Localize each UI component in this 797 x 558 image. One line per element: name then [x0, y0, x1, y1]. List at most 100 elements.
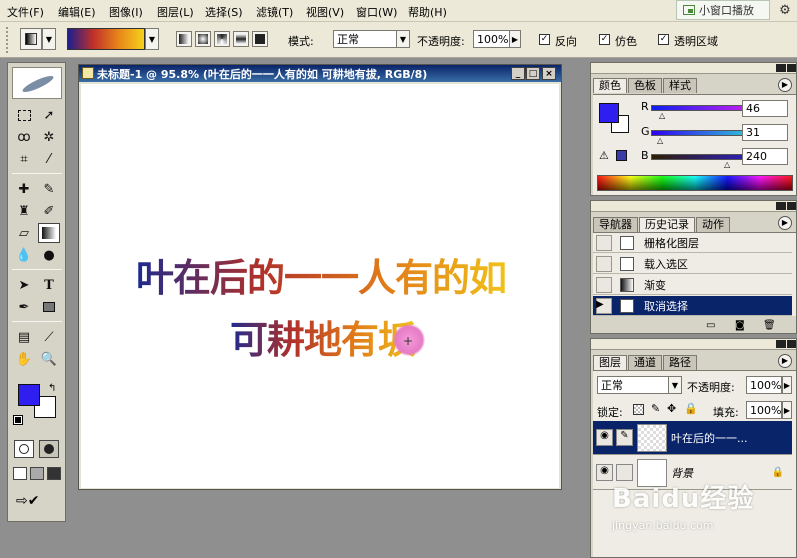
- gradient-picker[interactable]: [67, 28, 145, 50]
- history-snapshot-box[interactable]: ▶: [596, 297, 612, 314]
- dodge-tool-icon[interactable]: ●: [38, 245, 60, 265]
- blur-tool-icon[interactable]: 💧: [13, 245, 35, 265]
- lock-image-icon[interactable]: ✎: [651, 402, 660, 415]
- g-slider-thumb[interactable]: △: [657, 136, 663, 145]
- eraser-tool-icon[interactable]: ▱: [13, 223, 35, 243]
- canvas[interactable]: 叶在后的一一人有的如 可耕地有坂 +: [81, 84, 559, 488]
- magic-wand-tool-icon[interactable]: ✲: [38, 127, 60, 147]
- menu-edit[interactable]: 编辑(E): [58, 4, 96, 20]
- menu-layer[interactable]: 图层(L): [157, 4, 194, 20]
- reverse-checkbox[interactable]: ✓: [539, 34, 550, 45]
- opacity-arrow[interactable]: ▶: [509, 30, 521, 48]
- new-snapshot-icon[interactable]: ◙: [735, 320, 745, 331]
- panel-close-icon[interactable]: [787, 202, 796, 210]
- eyedropper-tool-icon[interactable]: ⟋: [38, 327, 60, 347]
- tab-channels[interactable]: 通道: [628, 355, 662, 370]
- panel-minimize-icon[interactable]: [776, 340, 786, 348]
- history-snapshot-box[interactable]: [596, 234, 612, 251]
- minimize-button[interactable]: _: [511, 67, 525, 80]
- color-fg-swatch[interactable]: [599, 103, 619, 123]
- b-slider-thumb[interactable]: △: [724, 160, 730, 169]
- notes-tool-icon[interactable]: ▤: [13, 327, 35, 347]
- photoshop-feather-logo[interactable]: [12, 67, 62, 99]
- history-item-selected[interactable]: ▶ 取消选择: [593, 296, 792, 316]
- panel-close-icon[interactable]: [787, 340, 796, 348]
- layer-visibility-eye-icon[interactable]: ◉: [596, 464, 613, 481]
- screen-mode-full-menu-icon[interactable]: [30, 467, 44, 480]
- crop-tool-icon[interactable]: ⌗: [13, 149, 35, 169]
- history-item[interactable]: 载入选区: [593, 254, 792, 274]
- panel-close-icon[interactable]: [787, 64, 796, 72]
- history-panel-header[interactable]: [591, 201, 796, 212]
- transparency-checkbox[interactable]: ✓: [658, 34, 669, 45]
- layers-opacity-arrow[interactable]: ▶: [782, 376, 792, 394]
- quick-mask-button[interactable]: [39, 440, 59, 458]
- diamond-gradient-button[interactable]: [252, 31, 268, 47]
- zoom-tool-icon[interactable]: 🔍: [38, 349, 60, 369]
- color-ramp[interactable]: [597, 175, 793, 191]
- menu-image[interactable]: 图像(I): [109, 4, 143, 20]
- healing-brush-tool-icon[interactable]: ✚: [13, 179, 35, 199]
- mode-dropdown-arrow[interactable]: ▼: [396, 30, 410, 48]
- swap-colors-icon[interactable]: ↰: [48, 383, 56, 394]
- options-grip[interactable]: [6, 27, 10, 53]
- menu-file[interactable]: 文件(F): [7, 4, 44, 20]
- history-item[interactable]: 渐变: [593, 275, 792, 295]
- r-value-field[interactable]: 46: [742, 100, 788, 117]
- tab-actions[interactable]: 动作: [696, 217, 730, 232]
- opacity-field[interactable]: 100%: [473, 30, 510, 48]
- tab-paths[interactable]: 路径: [663, 355, 697, 370]
- layers-opacity-field[interactable]: 100%: [746, 376, 782, 394]
- brush-tool-icon[interactable]: ✎: [38, 179, 60, 199]
- foreground-color-swatch[interactable]: [18, 384, 40, 406]
- pen-tool-icon[interactable]: ✒: [13, 297, 35, 317]
- fill-arrow[interactable]: ▶: [782, 401, 792, 419]
- lock-transparency-icon[interactable]: [633, 404, 644, 415]
- angle-gradient-button[interactable]: [214, 31, 230, 47]
- rectangle-tool-icon[interactable]: [38, 297, 60, 317]
- jump-to-imageready-icon[interactable]: ⇨✔: [16, 493, 56, 513]
- panel-menu-icon[interactable]: ▶: [778, 78, 792, 92]
- hand-tool-icon[interactable]: ✋: [13, 349, 35, 369]
- panel-minimize-icon[interactable]: [776, 64, 786, 72]
- tool-preset-dropdown[interactable]: ▼: [42, 28, 56, 50]
- document-title-bar[interactable]: 未标题-1 @ 95.8% (叶在后的一一人有的如 可耕地有拔, RGB/8): [79, 65, 561, 82]
- marquee-tool-icon[interactable]: [13, 105, 35, 125]
- reflected-gradient-button[interactable]: [233, 31, 249, 47]
- path-selection-tool-icon[interactable]: ➤: [13, 275, 35, 295]
- tab-history[interactable]: 历史记录: [639, 217, 695, 232]
- new-document-from-state-icon[interactable]: ▭: [706, 320, 715, 331]
- fill-field[interactable]: 100%: [746, 401, 782, 419]
- screen-mode-standard-icon[interactable]: [13, 467, 27, 480]
- color-panel-header[interactable]: [591, 63, 796, 74]
- type-tool-icon[interactable]: T: [38, 275, 60, 295]
- standard-mode-button[interactable]: [14, 440, 34, 458]
- history-snapshot-box[interactable]: [596, 255, 612, 272]
- b-value-field[interactable]: 240: [742, 148, 788, 165]
- tab-styles[interactable]: 样式: [663, 78, 697, 93]
- gear-icon[interactable]: ⚙: [775, 1, 795, 19]
- panel-minimize-icon[interactable]: [776, 202, 786, 210]
- layer-row-selected[interactable]: ◉ ✎ 叶在后的一一...: [593, 421, 792, 455]
- layer-brush-link-icon[interactable]: ✎: [616, 429, 633, 446]
- menu-window[interactable]: 窗口(W): [356, 4, 397, 20]
- lock-all-icon[interactable]: 🔒: [684, 402, 698, 415]
- dither-checkbox[interactable]: ✓: [599, 34, 610, 45]
- clone-stamp-tool-icon[interactable]: ♜: [13, 201, 35, 221]
- blend-mode-select[interactable]: 正常: [597, 376, 671, 394]
- panel-menu-icon[interactable]: ▶: [778, 354, 792, 368]
- lasso-tool-icon[interactable]: ꝏ: [13, 127, 35, 147]
- move-tool-icon[interactable]: ➚: [38, 105, 60, 125]
- layers-panel-header[interactable]: [591, 339, 796, 350]
- tab-color[interactable]: 颜色: [593, 78, 627, 93]
- history-item[interactable]: 栅格化图层: [593, 233, 792, 253]
- lock-position-icon[interactable]: ✥: [667, 402, 676, 415]
- screen-mode-full-icon[interactable]: [47, 467, 61, 480]
- gamut-swatch[interactable]: [616, 150, 627, 161]
- menu-view[interactable]: 视图(V): [306, 4, 344, 20]
- maximize-button[interactable]: □: [526, 67, 540, 80]
- gamut-warning-icon[interactable]: ⚠: [599, 149, 609, 162]
- close-button[interactable]: ×: [542, 67, 556, 80]
- linear-gradient-button[interactable]: [176, 31, 192, 47]
- blend-mode-dropdown-arrow[interactable]: ▼: [668, 376, 682, 394]
